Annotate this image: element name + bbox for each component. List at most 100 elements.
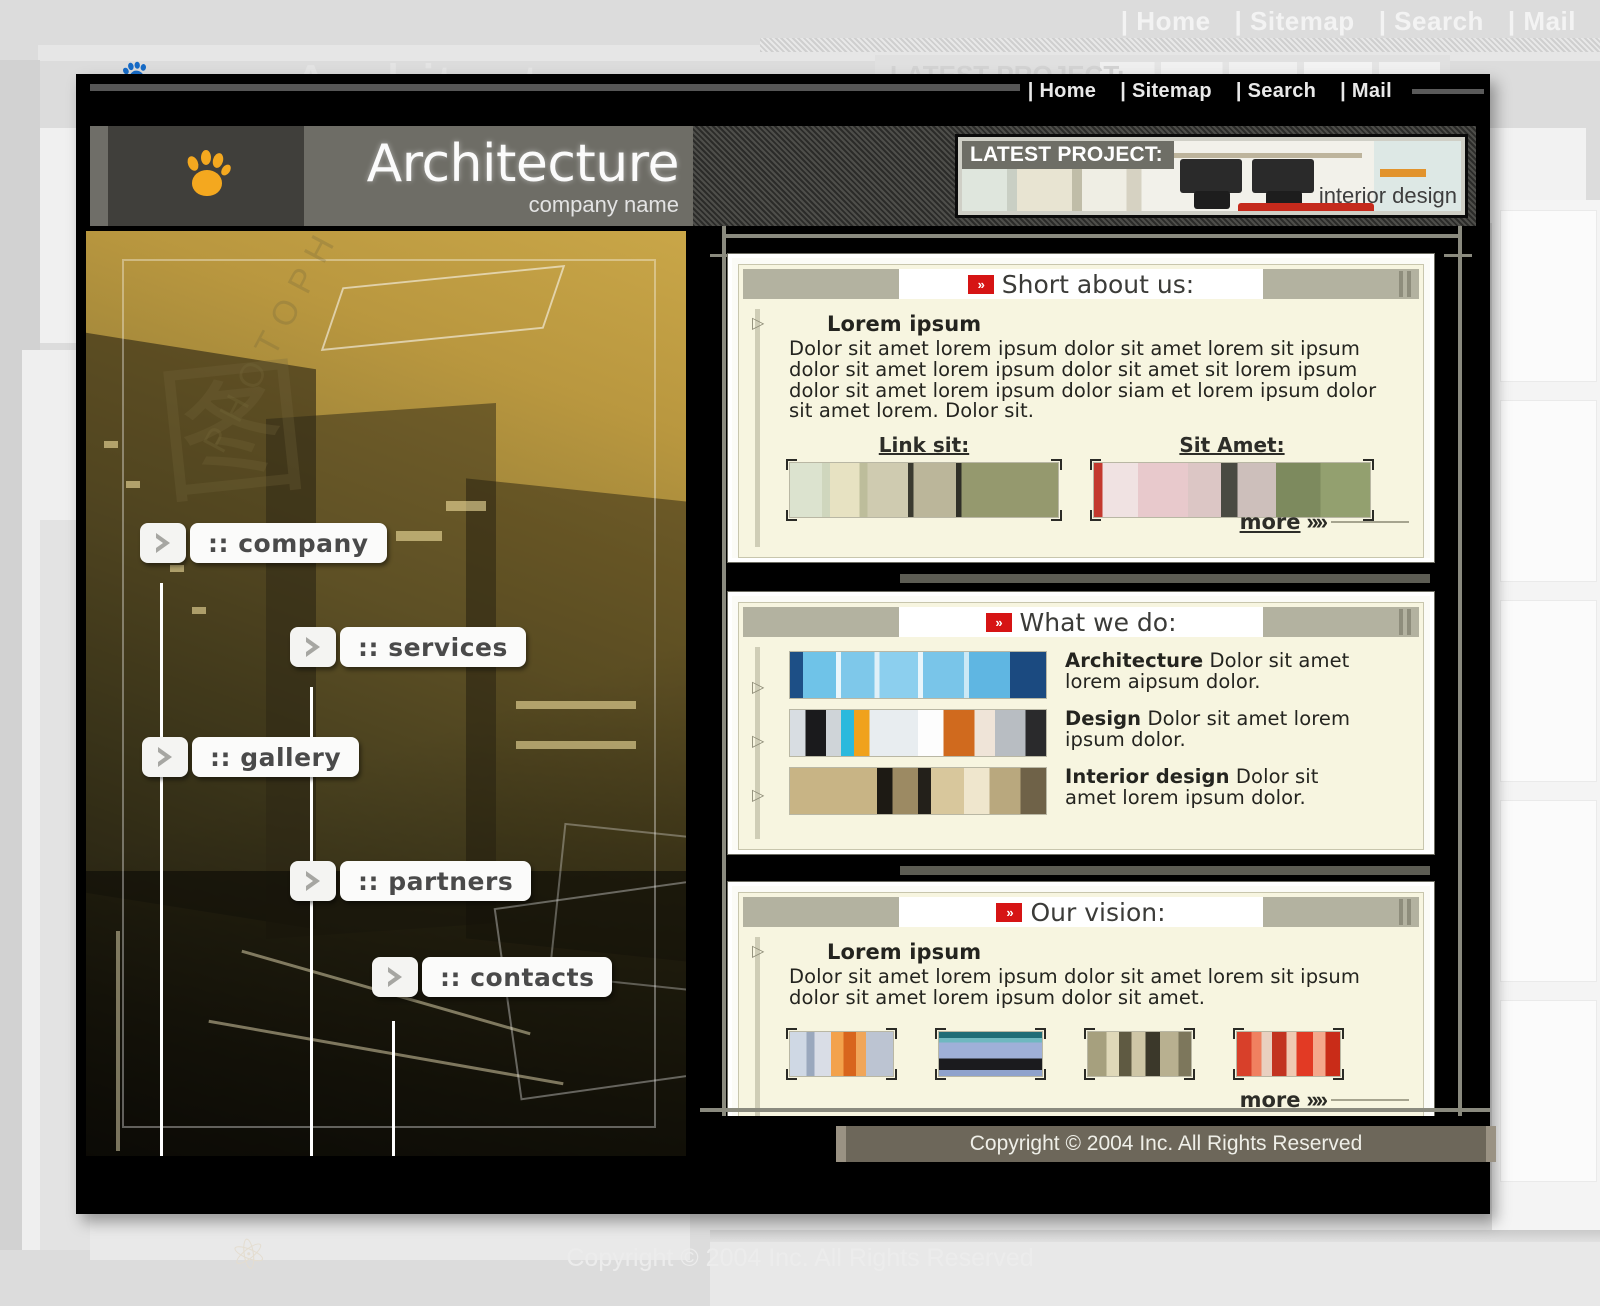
more-rule bbox=[1331, 521, 1409, 523]
hero-inner-frame bbox=[122, 259, 656, 1128]
service-row-design[interactable]: Design Dolor sit amet lorem ipsum dolor. bbox=[789, 708, 1365, 757]
page-title: Architecture bbox=[366, 134, 680, 194]
section-header-plate: » Our vision: bbox=[899, 897, 1263, 927]
more-label[interactable]: more bbox=[1240, 510, 1301, 534]
desk-line bbox=[1172, 153, 1362, 158]
bullet-icon: ▷ bbox=[752, 943, 765, 960]
chair-shape bbox=[1180, 159, 1242, 193]
ghost-nav-item-sitemap: | Sitemap bbox=[1234, 5, 1355, 36]
menu-connector bbox=[160, 583, 163, 843]
accent-shape bbox=[1380, 169, 1426, 177]
panel-our-vision: » Our vision: ▷ Lorem ipsum Dolor sit am… bbox=[728, 882, 1434, 1134]
nav-item-home[interactable]: | Home bbox=[1016, 80, 1109, 103]
chevron-right-icon bbox=[140, 523, 186, 563]
about-heading: Lorem ipsum bbox=[827, 312, 982, 336]
content-region: » Short about us: ▷ Lorem ipsum Dolor si… bbox=[700, 226, 1490, 1174]
sidebar-item-contacts[interactable]: :: contacts bbox=[372, 957, 613, 997]
sidebar-item-services[interactable]: :: services bbox=[290, 627, 526, 667]
sidebar-item-label: :: services bbox=[340, 627, 526, 667]
section-vertical-rule bbox=[755, 309, 760, 547]
site-body: 图 PHOTOPHOTO.CN :: company :: services:… bbox=[76, 226, 1496, 1174]
vision-thumb-strip bbox=[786, 1028, 1344, 1080]
panel-divider bbox=[900, 866, 1430, 875]
about-thumb-left[interactable] bbox=[786, 459, 1062, 521]
more-rule bbox=[1331, 1099, 1409, 1101]
service-row-architecture[interactable]: Architecture Dolor sit amet lorem aipsum… bbox=[789, 649, 1365, 699]
about-link-left-label[interactable]: Link sit: bbox=[789, 433, 1059, 457]
logo-box[interactable] bbox=[108, 126, 304, 226]
header-tick bbox=[1399, 899, 1403, 925]
decorative-line bbox=[1458, 226, 1462, 1168]
ghost-nav-item-search: | Search bbox=[1378, 5, 1484, 36]
menu-connector bbox=[160, 841, 163, 1156]
panel-what-we-do: » What we do: ▷ ▷ ▷ Architecture Dolor s… bbox=[728, 592, 1434, 854]
about-link-right-label[interactable]: Sit Amet: bbox=[1093, 433, 1371, 457]
section-title: Short about us: bbox=[1001, 269, 1195, 299]
service-thumb[interactable] bbox=[789, 651, 1047, 699]
chevron-right-icon bbox=[290, 861, 336, 901]
ghost-nav-item-home: | Home bbox=[1120, 5, 1211, 36]
service-thumb[interactable] bbox=[789, 709, 1047, 757]
chevron-right-icon bbox=[290, 627, 336, 667]
bullet-icon: ▷ bbox=[752, 733, 765, 750]
window-light bbox=[104, 441, 118, 448]
vision-thumb-1[interactable] bbox=[786, 1028, 897, 1080]
vision-thumb-4[interactable] bbox=[1233, 1028, 1344, 1080]
section-header: » What we do: bbox=[743, 607, 1419, 637]
header-tick bbox=[1399, 609, 1403, 635]
panel-divider bbox=[900, 574, 1430, 583]
nav-item-sitemap[interactable]: | Sitemap bbox=[1108, 80, 1224, 103]
vision-thumb-2[interactable] bbox=[935, 1028, 1046, 1080]
crosshair-mark bbox=[1444, 254, 1472, 257]
chevrons-right-icon: »» bbox=[1306, 509, 1329, 534]
service-name: Architecture bbox=[1065, 649, 1204, 672]
section-header-plate: » What we do: bbox=[899, 607, 1263, 637]
ghost-top-nav: | Home | Sitemap | Search | Mail bbox=[0, 0, 1600, 42]
header-tick bbox=[1399, 271, 1403, 297]
sidebar-item-label: :: company bbox=[190, 523, 387, 563]
about-text-block: Lorem ipsum Dolor sit amet lorem ipsum d… bbox=[789, 313, 1399, 422]
about-link-left-group[interactable]: Link sit: bbox=[786, 433, 1062, 521]
sidebar-item-label: :: partners bbox=[340, 861, 532, 901]
about-more-link[interactable]: more »» bbox=[1240, 509, 1409, 535]
panel-inner: » What we do: ▷ ▷ ▷ Architecture Dolor s… bbox=[738, 602, 1424, 850]
ghost-footer-bar bbox=[710, 1230, 1600, 1242]
vision-paragraph: Dolor sit amet lorem ipsum dolor sit ame… bbox=[789, 965, 1360, 1009]
about-paragraph: Dolor sit amet lorem ipsum dolor sit ame… bbox=[789, 337, 1377, 423]
service-text: Architecture Dolor sit amet lorem aipsum… bbox=[1065, 649, 1365, 692]
header-tick bbox=[1407, 899, 1411, 925]
sidebar-item-gallery[interactable]: :: gallery bbox=[142, 737, 360, 777]
nav-item-search[interactable]: | Search bbox=[1224, 80, 1328, 103]
section-vertical-rule bbox=[755, 937, 760, 1119]
hero-photo-panel: 图 PHOTOPHOTO.CN :: company :: services:… bbox=[86, 231, 686, 1156]
sidebar-item-partners[interactable]: :: partners bbox=[290, 861, 532, 901]
panel-inner: » Short about us: ▷ Lorem ipsum Dolor si… bbox=[738, 264, 1424, 558]
site-footer: Copyright © 2004 Inc. All Rights Reserve… bbox=[700, 1116, 1496, 1174]
vision-thumb-3[interactable] bbox=[1084, 1028, 1195, 1080]
nav-item-mail[interactable]: | Mail bbox=[1328, 80, 1404, 103]
about-link-right-group[interactable]: Sit Amet: bbox=[1090, 433, 1374, 521]
vision-text-block: Lorem ipsum Dolor sit amet lorem ipsum d… bbox=[789, 941, 1399, 1009]
latest-project-image: LATEST PROJECT: interior design bbox=[962, 141, 1461, 211]
latest-project-banner[interactable]: LATEST PROJECT: interior design bbox=[955, 134, 1468, 218]
section-title: Our vision: bbox=[1030, 897, 1166, 927]
ghost-watermark: ⚛ bbox=[226, 1228, 271, 1281]
ghost-block bbox=[1500, 600, 1597, 782]
service-row-interior-design[interactable]: Interior design Dolor sit amet lorem ips… bbox=[789, 765, 1365, 815]
chair-base bbox=[1194, 191, 1230, 209]
header-tick bbox=[1407, 271, 1411, 297]
service-text: Interior design Dolor sit amet lorem ips… bbox=[1065, 765, 1365, 808]
paw-icon bbox=[180, 148, 233, 204]
section-header-plate: » Short about us: bbox=[899, 269, 1263, 299]
decorative-line bbox=[722, 234, 1462, 238]
latest-project-caption: interior design bbox=[1318, 183, 1457, 208]
ghost-block bbox=[1500, 210, 1597, 382]
page-subtitle: company name bbox=[528, 192, 679, 217]
sidebar-item-company[interactable]: :: company bbox=[140, 523, 387, 563]
top-bar-rule bbox=[90, 84, 1020, 91]
service-name: Interior design bbox=[1065, 765, 1230, 788]
section-header: » Our vision: bbox=[743, 897, 1419, 927]
service-thumb[interactable] bbox=[789, 767, 1047, 815]
vision-heading: Lorem ipsum bbox=[827, 940, 982, 964]
top-nav: | Home | Sitemap | Search | Mail bbox=[1016, 80, 1484, 103]
